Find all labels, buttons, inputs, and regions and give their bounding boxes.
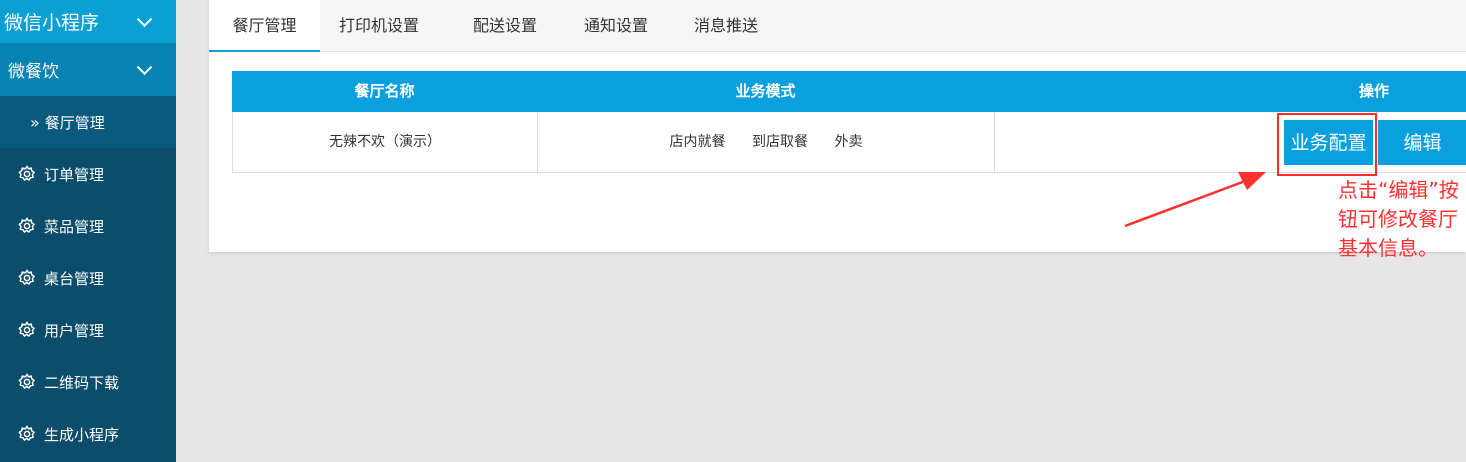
gear-icon bbox=[18, 321, 36, 338]
highlight-box bbox=[1277, 113, 1377, 176]
sidebar-header-wechat-miniprogram[interactable]: 微信小程序 bbox=[0, 0, 176, 43]
sidebar-item-label: 菜品管理 bbox=[44, 217, 105, 236]
gear-icon bbox=[18, 425, 36, 442]
tab-delivery-settings[interactable]: 配送设置 bbox=[449, 0, 561, 51]
sidebar-item-tables[interactable]: 桌台管理 bbox=[0, 252, 176, 304]
tab-message-push[interactable]: 消息推送 bbox=[671, 0, 781, 51]
sidebar-item-label: 桌台管理 bbox=[44, 269, 105, 288]
chevron-down-icon bbox=[136, 10, 153, 27]
sidebar-item-users[interactable]: 用户管理 bbox=[0, 304, 176, 356]
sidebar: 微信小程序 微餐饮 ›› 餐厅管理 订单管理 菜品管理 桌台管理 用户管理 二维… bbox=[0, 0, 176, 462]
sidebar-item-label: 订单管理 bbox=[44, 165, 105, 184]
actions-cell: 业务配置 编辑 bbox=[995, 112, 1466, 172]
sidebar-item-orders[interactable]: 订单管理 bbox=[0, 148, 176, 200]
sidebar-item-label: 生成小程序 bbox=[44, 425, 120, 444]
tab-bar: 餐厅管理 打印机设置 配送设置 通知设置 消息推送 bbox=[209, 0, 1466, 52]
sidebar-item-restaurant-management[interactable]: ›› 餐厅管理 bbox=[0, 96, 176, 148]
sidebar-item-label: 餐厅管理 bbox=[44, 113, 105, 132]
sidebar-item-generate-miniprogram[interactable]: 生成小程序 bbox=[0, 408, 176, 460]
table-header: 餐厅名称 业务模式 操作 bbox=[232, 71, 1466, 112]
gear-icon bbox=[18, 269, 36, 286]
sidebar-header-label: 微餐饮 bbox=[8, 62, 59, 82]
mode-pickup: 到店取餐 bbox=[752, 134, 808, 150]
chevron-down-icon bbox=[136, 58, 153, 75]
gear-icon bbox=[18, 217, 36, 234]
business-mode-cell: 店内就餐 到店取餐 外卖 bbox=[538, 112, 995, 172]
restaurant-name-cell: 无辣不欢（演示） bbox=[233, 112, 538, 172]
gear-icon bbox=[18, 165, 36, 182]
column-header-restaurant-name: 餐厅名称 bbox=[354, 82, 415, 100]
column-header-business-mode: 业务模式 bbox=[735, 82, 796, 100]
column-header-actions: 操作 bbox=[1358, 82, 1389, 100]
sidebar-item-label: 用户管理 bbox=[44, 321, 105, 340]
annotation-note: 点击“编辑”按钮可修改餐厅基本信息。 bbox=[1338, 178, 1459, 260]
gear-icon bbox=[18, 373, 36, 390]
mode-dine-in: 店内就餐 bbox=[669, 134, 726, 150]
edit-button[interactable]: 编辑 bbox=[1378, 120, 1466, 165]
sidebar-item-label: 二维码下载 bbox=[44, 373, 120, 392]
sidebar-header-label: 微信小程序 bbox=[4, 12, 100, 34]
tab-printer-settings[interactable]: 打印机设置 bbox=[320, 0, 438, 51]
sidebar-header-micro-catering[interactable]: 微餐饮 bbox=[0, 43, 176, 96]
double-chevron-right-icon: ›› bbox=[30, 112, 40, 132]
sidebar-item-qrcode-download[interactable]: 二维码下载 bbox=[0, 356, 176, 408]
sidebar-item-dishes[interactable]: 菜品管理 bbox=[0, 200, 176, 252]
tab-notification-settings[interactable]: 通知设置 bbox=[561, 0, 671, 51]
mode-takeout: 外卖 bbox=[834, 134, 863, 150]
tab-restaurant-management[interactable]: 餐厅管理 bbox=[209, 0, 320, 52]
